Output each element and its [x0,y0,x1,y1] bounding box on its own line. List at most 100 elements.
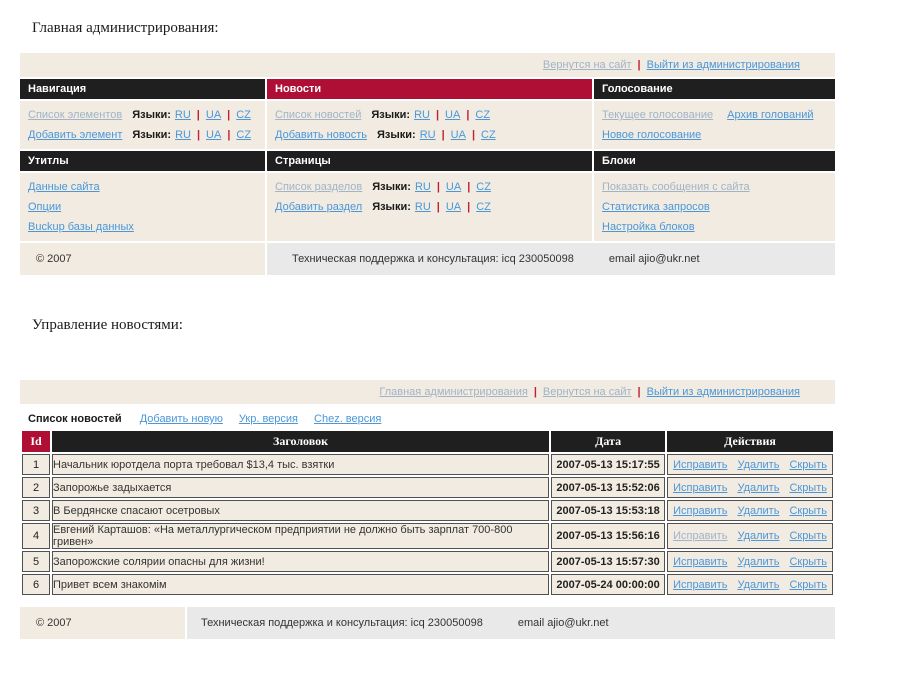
admin-link[interactable]: Текущее голосование [602,109,713,121]
admin-link[interactable]: Добавить элемент [28,129,122,141]
cell-title: В Бердянске спасают осетровых [52,500,550,521]
cell-actions: Исправить Удалить Скрыть [667,523,833,549]
action-link[interactable]: Скрыть [789,482,827,494]
languages-label: Языки: [132,109,171,121]
language-link[interactable]: RU [415,181,431,193]
topbar-link[interactable]: Вернутся на сайт [543,59,632,71]
admin-link[interactable]: Список элементов [28,109,122,121]
language-link[interactable]: CZ [236,129,251,141]
action-link[interactable]: Исправить [673,556,727,568]
cell-title: Евгений Карташов: «На металлургическом п… [52,523,550,549]
language-link[interactable]: RU [175,109,191,121]
news-topbar: Главная администрирования | Вернутся на са… [20,380,835,404]
action-link[interactable]: Удалить [737,459,779,471]
section-item: Новое голосование [602,125,827,145]
action-link[interactable]: Исправить [673,459,727,471]
topbar-link[interactable]: Выйти из администрирования [647,386,800,398]
admin-sections-grid: Навигация Новости Голосование Список элемен… [20,79,835,241]
language-link[interactable]: UA [445,109,460,121]
footer-email: email ajio@ukr.net [517,617,609,629]
action-link[interactable]: Скрыть [789,556,827,568]
language-link[interactable]: RU [420,129,436,141]
separator: | [441,129,445,141]
admin-link[interactable]: Статистика запросов [602,201,710,213]
cell-title: Запорожье задыхается [52,477,550,498]
admin-link[interactable]: Данные сайта [28,181,100,193]
separator: | [436,181,440,193]
section-item: Показать сообщения с сайта [602,177,827,197]
section-item: Добавить новость Языки: RU | UA | CZ [275,125,584,145]
action-link[interactable]: Исправить [673,482,727,494]
action-link[interactable]: Скрыть [789,579,827,591]
language-link[interactable]: UA [446,181,461,193]
admin-link[interactable]: Настройка блоков [602,221,695,233]
action-link[interactable]: Удалить [737,505,779,517]
cell-title: Запорожские солярии опасны для жизни! [52,551,550,572]
cell-id: 3 [22,500,50,521]
cell-actions: Исправить Удалить Скрыть [667,574,833,595]
topbar-link[interactable]: Выйти из администрирования [647,59,800,71]
admin-footer: © 2007 Техническая поддержка и консульта… [20,243,835,275]
separator: | [196,109,200,121]
admin-link[interactable]: Добавить новость [275,129,367,141]
language-link[interactable]: UA [206,109,221,121]
section-header: Голосование [594,79,835,99]
section-body: Список элементов Языки: RU | UA | CZ Добавить э… [20,101,265,149]
cell-id: 1 [22,454,50,475]
language-link[interactable]: UA [206,129,221,141]
news-footer: © 2007 Техническая поддержка и консульта… [20,607,835,639]
tab-link[interactable]: Chez. версия [314,413,381,425]
language-link[interactable]: CZ [236,109,251,121]
section-item: Добавить раздел Языки: RU | UA | CZ [275,197,584,217]
admin-link[interactable]: Buckup базы данных [28,221,134,233]
action-link[interactable]: Скрыть [789,505,827,517]
separator: | [435,109,440,121]
section-header: Навигация [20,79,265,99]
languages-label: Языки: [372,181,411,193]
action-link[interactable]: Исправить [673,505,727,517]
action-link[interactable]: Скрыть [789,530,827,542]
admin-link[interactable]: Показать сообщения с сайта [602,181,750,193]
language-link[interactable]: UA [446,201,461,213]
topbar-link[interactable]: Вернутся на сайт [543,386,632,398]
action-link[interactable]: Скрыть [789,459,827,471]
column-header-date: Дата [551,431,666,452]
table-row: 2 Запорожье задыхается 2007-05-13 15:52:06… [22,477,833,498]
admin-link[interactable]: Архив голований [727,109,813,121]
section-header: Новости [267,79,592,99]
language-link[interactable]: UA [451,129,466,141]
section-item: Статистика запросов [602,197,827,217]
separator: | [467,201,471,213]
action-link[interactable]: Удалить [737,579,779,591]
language-link[interactable]: RU [175,129,191,141]
language-link[interactable]: CZ [475,109,490,121]
language-link[interactable]: CZ [476,201,491,213]
admin-link[interactable]: Новое голосование [602,129,701,141]
cell-actions: Исправить Удалить Скрыть [667,551,833,572]
cell-actions: Исправить Удалить Скрыть [667,477,833,498]
separator: | [436,201,440,213]
action-link[interactable]: Удалить [737,482,779,494]
language-link[interactable]: RU [415,201,431,213]
section-item: Список новостей Языки: RU | UA | CZ [275,105,584,125]
topbar-link[interactable]: Главная администрирования [379,386,527,398]
admin-link[interactable]: Список новостей [275,109,361,121]
tab-link[interactable]: Добавить новую [140,413,223,425]
cell-date: 2007-05-13 15:53:18 [551,500,666,521]
footer-support-text: Техническая поддержка и консультация: ic… [201,617,483,629]
table-row: 6 Привет всем знакомім 2007-05-24 00:00:00… [22,574,833,595]
tab-link[interactable]: Укр. версия [239,413,298,425]
action-link[interactable]: Исправить [673,530,727,542]
section-body: Показать сообщения с сайта Статистика зап… [594,173,835,241]
admin-link[interactable]: Добавить раздел [275,201,362,213]
languages-label: Языки: [376,129,416,141]
language-link[interactable]: RU [414,109,430,121]
language-link[interactable]: CZ [476,181,491,193]
admin-link[interactable]: Опции [28,201,61,213]
section-item: Добавить элемент Языки: RU | UA | CZ [28,125,257,145]
admin-link[interactable]: Список разделов [275,181,362,193]
language-link[interactable]: CZ [481,129,496,141]
action-link[interactable]: Удалить [737,530,779,542]
action-link[interactable]: Удалить [737,556,779,568]
action-link[interactable]: Исправить [673,579,727,591]
